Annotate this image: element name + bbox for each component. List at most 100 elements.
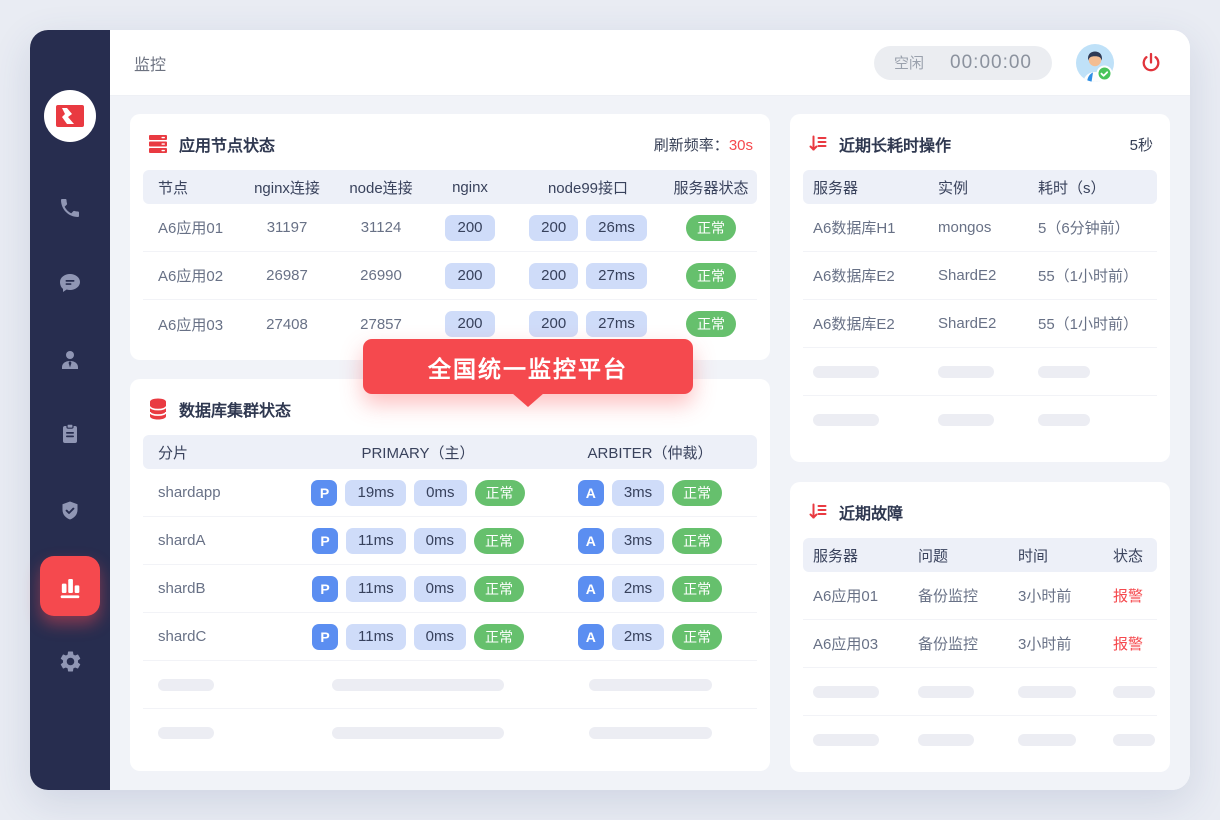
sidebar-item-users[interactable] [57,347,83,373]
logo-icon [55,104,85,128]
skeleton-bar [918,734,974,746]
content-area: 监控 空闲 00:00:00 [110,30,1190,790]
server-name: A6数据库E2 [803,265,928,286]
skeleton-bar [813,414,879,426]
skeleton-row [803,396,1157,444]
app-nodes-card: 应用节点状态 刷新频率：30s 节点 nginx连接 node连接 nginx … [130,114,770,360]
skeleton-bar [589,727,712,739]
alert-status: 报警 [1103,585,1157,606]
server-status-badge: 正常 [686,311,736,337]
skeleton-bar [938,366,994,378]
node99-status-badge: 200 [529,215,578,241]
status-badge: 正常 [474,576,524,602]
alert-status: 报警 [1103,633,1157,654]
skeleton-bar [1113,734,1155,746]
node99-status-badge: 200 [529,263,578,289]
app-logo[interactable] [44,90,96,142]
sidebar-item-settings[interactable] [57,648,83,674]
bar-chart-icon [56,572,84,600]
clipboard-icon [58,422,82,446]
shield-icon [58,499,82,523]
table-row: A6应用03 备份监控 3小时前 报警 [803,620,1157,668]
nginx-status-badge: 200 [445,311,494,337]
nginx-status-badge: 200 [445,263,494,289]
user-icon [58,348,82,372]
logout-power-button[interactable] [1138,50,1164,76]
skeleton-row [803,348,1157,396]
skeleton-bar [918,686,974,698]
failures-card: 近期故障 服务器 问题 时间 状态 A6应用01 备份监控 3小时前 报警 [790,482,1170,772]
status-badge: 正常 [672,528,722,554]
table-row: A6数据库H1 mongos 5（6分钟前） [803,204,1157,252]
skeleton-bar [813,686,879,698]
arbiter-badge: A [578,528,604,554]
nginx-status-badge: 200 [445,215,494,241]
node99-status-badge: 200 [529,311,578,337]
timer-value: 00:00:00 [950,52,1032,74]
table-row: shardC P11ms0ms正常 A2ms正常 [143,613,757,661]
node-name: A6应用01 [143,217,239,238]
card-title: 近期故障 [839,500,903,524]
sort-desc-icon [807,133,829,155]
arbiter-badge: A [578,576,604,602]
node-name: A6应用03 [143,314,239,335]
skeleton-bar [813,366,879,378]
table-row: shardapp P19ms0ms正常 A3ms正常 [143,469,757,517]
sidebar-item-phone[interactable] [57,195,83,221]
avatar-image [1076,44,1114,82]
skeleton-bar [813,734,879,746]
table-row: A6数据库E2 ShardE2 55（1小时前） [803,300,1157,348]
shard-name: shardC [143,628,293,645]
table-header: 分片 PRIMARY（主） ARBITER（仲裁） [143,435,757,469]
shard-name: shardB [143,580,293,597]
node99-latency-badge: 26ms [586,215,647,241]
skeleton-bar [1038,366,1090,378]
table-row: A6数据库E2 ShardE2 55（1小时前） [803,252,1157,300]
skeleton-row [803,668,1157,716]
refresh-rate-value: 30s [729,137,753,154]
table-row: A6应用02 26987 26990 200 20027ms 正常 [143,252,757,300]
skeleton-bar [158,727,214,739]
table-row: A6应用01 备份监控 3小时前 报警 [803,572,1157,620]
status-badge: 正常 [474,624,524,650]
table-header: 服务器 问题 时间 状态 [803,538,1157,572]
status-badge: 正常 [475,480,525,506]
table-row: shardA P11ms0ms正常 A3ms正常 [143,517,757,565]
table-row: A6应用01 31197 31124 200 20026ms 正常 [143,204,757,252]
skeleton-bar [1018,734,1076,746]
chat-icon [58,271,82,295]
app-frame: 监控 空闲 00:00:00 [30,30,1190,790]
skeleton-bar [938,414,994,426]
primary-badge: P [312,528,338,554]
primary-badge: P [312,576,338,602]
page-title: 监控 [134,51,166,75]
server-name: A6应用01 [803,585,908,606]
shard-name: shardapp [143,484,293,501]
node-name: A6应用02 [143,265,239,286]
table-header: 节点 nginx连接 node连接 nginx node99接口 服务器状态 [143,170,757,204]
card-title: 数据库集群状态 [179,397,291,421]
status-badge: 正常 [672,480,722,506]
sidebar-item-security[interactable] [57,498,83,524]
platform-callout-tooltip: 全国统一监控平台 [363,339,693,394]
sidebar-item-tasks[interactable] [57,421,83,447]
threshold-badge: 5秒 [1130,134,1153,155]
idle-timer-pill[interactable]: 空闲 00:00:00 [874,46,1052,80]
server-status-badge: 正常 [686,215,736,241]
phone-icon [58,196,82,220]
server-status-badge: 正常 [686,263,736,289]
main-panel: 全国统一监控平台 [110,96,1190,790]
sidebar-item-monitoring-active[interactable] [40,556,100,616]
server-name: A6数据库E2 [803,313,928,334]
skeleton-row [143,709,757,757]
status-badge: 正常 [672,576,722,602]
refresh-rate[interactable]: 刷新频率：30s [654,134,753,155]
skeleton-bar [1038,414,1090,426]
node99-latency-badge: 27ms [586,311,647,337]
card-title: 应用节点状态 [179,132,275,156]
primary-badge: P [312,624,338,650]
status-badge: 正常 [672,624,722,650]
avatar[interactable] [1076,44,1114,82]
sidebar-item-messages[interactable] [57,270,83,296]
status-badge: 正常 [474,528,524,554]
